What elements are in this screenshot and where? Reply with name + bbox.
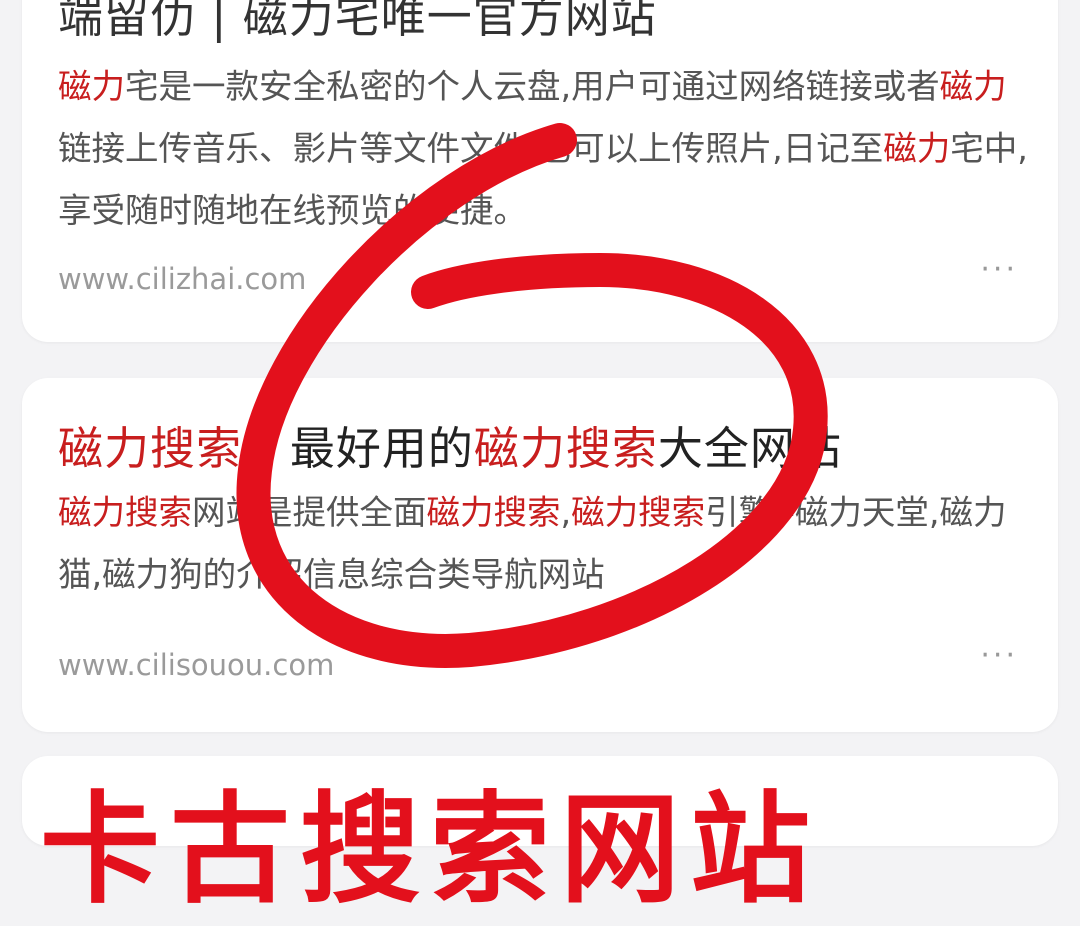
highlighted-keyword: 磁力搜索 [571, 493, 706, 532]
highlighted-keyword: 磁力 [58, 67, 125, 106]
more-options-icon[interactable]: ··· [980, 252, 1018, 287]
highlighted-keyword: 磁力搜索 [426, 493, 561, 532]
more-options-icon[interactable]: ··· [980, 638, 1018, 673]
text-span: 宅是一款安全私密的个人云盘,用户可通过网络链接或者 [125, 67, 940, 106]
highlighted-keyword: 磁力搜索 [58, 493, 192, 532]
text-span: - 最好用的 [242, 422, 474, 475]
result-url[interactable]: www.cilisouou.com [58, 648, 334, 682]
result-snippet: 磁力宅是一款安全私密的个人云盘,用户可通过网络链接或者磁力链接上传音乐、影片等文… [58, 56, 1038, 242]
text-span: 链接上传音乐、影片等文件文件,也可以上传照片,日记至 [58, 129, 884, 168]
result-title[interactable]: 磁力搜索 - 最好用的磁力搜索大全网站 [58, 412, 842, 477]
video-caption-overlay: 卡古搜索网站 [40, 781, 820, 920]
highlighted-keyword: 磁力搜索 [473, 422, 658, 475]
highlighted-keyword: 磁力 [939, 67, 1007, 106]
result-url[interactable]: www.cilizhai.com [58, 262, 306, 296]
text-span: 大全网站 [657, 422, 842, 475]
search-result-card[interactable]: 磁力搜索 - 最好用的磁力搜索大全网站 磁力搜索网站是提供全面磁力搜索,磁力搜索… [22, 378, 1058, 732]
text-span: 网站是提供全面 [192, 493, 427, 532]
result-snippet: 磁力搜索网站是提供全面磁力搜索,磁力搜索引擎 -磁力天堂,磁力猫,磁力狗的介绍信… [58, 482, 1038, 606]
search-result-card[interactable]: 端留仂 | 磁力宅唯一官方网站 磁力宅是一款安全私密的个人云盘,用户可通过网络链… [22, 0, 1058, 342]
highlighted-keyword: 磁力 [883, 129, 951, 168]
highlighted-keyword: 磁力搜索 [58, 422, 243, 475]
text-span: 端留仂 | 磁力宅唯一官方网站 [58, 0, 657, 43]
text-span: , [560, 493, 572, 532]
result-title[interactable]: 端留仂 | 磁力宅唯一官方网站 [58, 0, 657, 45]
